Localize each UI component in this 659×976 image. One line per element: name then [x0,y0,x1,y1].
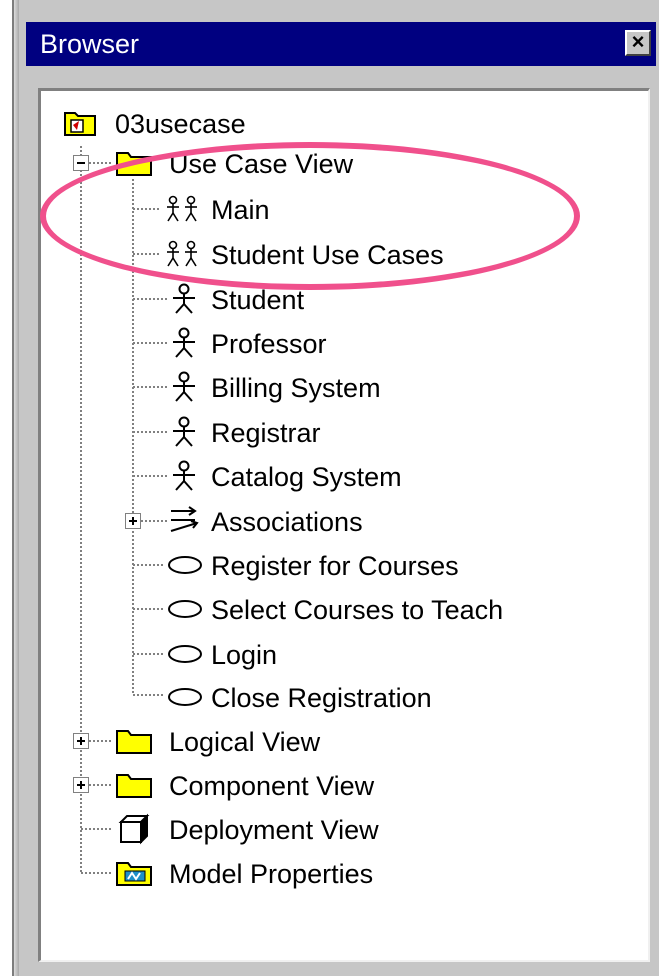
tree-label: Registrar [211,418,321,448]
window-edge [14,0,19,976]
associations-icon [170,506,199,532]
tree-label: Associations [211,507,363,537]
use-case-icon [168,645,202,663]
tree-node-associations[interactable]: Associations [167,501,467,541]
tree-label: Deployment View [169,815,379,845]
tree-label: Login [211,640,278,670]
use-case-icon [168,556,202,574]
window-title: Browser [40,29,140,59]
close-button[interactable]: × [625,30,651,56]
tree-label: Student [211,285,305,315]
folder-icon [116,774,152,798]
actor-icon [173,416,195,447]
tree-node-use-case-view[interactable]: Use Case View [115,143,435,183]
model-properties-icon [116,862,152,886]
deployment-cube-icon [118,813,150,845]
use-case-icon [168,600,202,618]
tree-label: Professor [211,329,327,359]
actor-icon [173,283,195,314]
folder-icon [116,730,152,754]
tree-node-model-properties[interactable]: Model Properties [115,853,455,893]
actor-icon [173,460,195,491]
use-case-diagram-icon [167,195,197,222]
tree-node-select-courses-to-teach[interactable]: Select Courses to Teach [165,589,605,629]
expand-toggle-associations[interactable] [125,513,141,529]
titlebar[interactable]: Browser × [26,22,656,66]
actor-icon [173,371,195,402]
tree-node-catalog-system[interactable]: Catalog System [169,456,469,496]
tree-node-register-for-courses[interactable]: Register for Courses [165,545,565,585]
tree-node-student-use-cases[interactable]: Student Use Cases [161,234,561,274]
collapse-toggle-use-case-view[interactable] [73,155,89,171]
tree-label: Main [211,195,270,225]
tree-label: Select Courses to Teach [211,595,504,625]
tree-node-component-view[interactable]: Component View [115,765,455,805]
tree-node-root[interactable]: 03usecase [63,103,363,143]
tree-node-registrar[interactable]: Registrar [169,412,469,452]
tree-node-login[interactable]: Login [165,634,465,674]
tree-label: Component View [169,771,375,801]
tree-panel[interactable]: 03usecase Use Case View Main Student Use… [38,88,650,962]
tree-label: Logical View [169,727,321,757]
tree-label: Use Case View [169,149,354,179]
use-case-diagram-icon [167,240,197,267]
tree-node-professor[interactable]: Professor [169,323,469,363]
close-icon: × [631,29,645,54]
browser-window: Browser × 03usecase Use Case View Main S… [12,0,659,976]
expand-toggle-component-view[interactable] [73,777,89,793]
tree-label: Catalog System [211,462,402,492]
tree-node-main[interactable]: Main [161,189,461,229]
tree-label: Register for Courses [211,551,459,581]
tree-label: Student Use Cases [211,240,444,270]
tree-node-billing-system[interactable]: Billing System [169,367,469,407]
actor-icon [173,327,195,358]
tree-node-deployment-view[interactable]: Deployment View [115,809,455,849]
expand-toggle-logical-view[interactable] [73,733,89,749]
tree-node-logical-view[interactable]: Logical View [115,721,435,761]
tree-label: Close Registration [211,683,432,713]
tree-label: Model Properties [169,859,374,889]
folder-icon [116,152,152,176]
tree-node-close-registration[interactable]: Close Registration [165,677,565,717]
tree-label: Billing System [211,373,381,403]
use-case-icon [168,688,202,706]
model-folder-icon [64,112,96,136]
tree-node-student[interactable]: Student [169,279,469,319]
tree-label: 03usecase [115,109,246,139]
